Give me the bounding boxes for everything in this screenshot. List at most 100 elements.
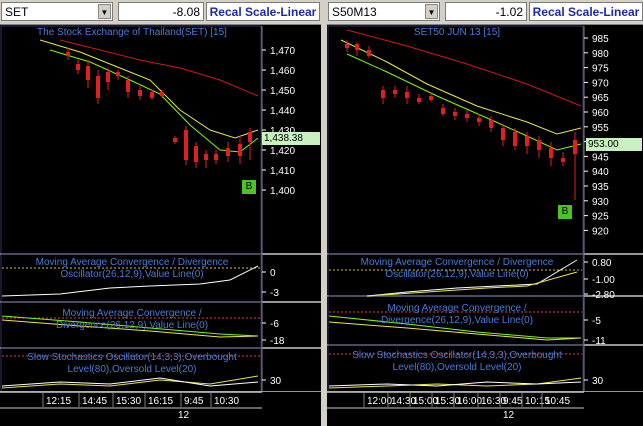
left-candle-body [214,154,218,160]
left-candle-body [86,66,90,80]
left-candle-body [204,154,208,160]
left-macd1-title-line1: Moving Average Convergence / Divergence [35,257,229,268]
left-candle-body [106,72,110,82]
left-last-price: 1,438.38 [262,132,320,145]
left-candle-body [226,148,230,156]
left-time-label: 9:45 [184,396,204,407]
right-price-tick-label: 945 [592,152,609,163]
right-candle-body [549,148,553,158]
left-candle-body [184,130,188,160]
right-time-label: 12:00 [367,396,392,407]
right-ma-yellow-line [340,39,582,135]
right-candle-body [381,90,385,98]
left-ind-tick-label: -3 [270,288,279,299]
right-candle-body [345,44,349,48]
right-macd1-title-line1: Moving Average Convergence / Divergence [360,257,554,268]
left-stoch-title-line1: Slow Stochastics Oscillator(14,3,3),Over… [27,352,237,363]
right-candle-body [355,44,359,50]
left-candle-body [126,80,130,92]
right-price-tick-label: 965 [592,93,609,104]
right-macd2-title-line2: Divergence(26,12,9),Value Line(0) [380,315,534,326]
right-candle-body [429,96,433,100]
left-time-label: 12:15 [46,396,71,407]
left-macd1-title: Moving Average Convergence / Divergence … [0,257,264,281]
right-price-tick-label: 940 [592,167,609,178]
right-macd2-title-line1: Moving Average Convergence / [387,303,527,314]
left-ind-tick-label: -18 [270,336,285,347]
left-chart-panel: SET ▼ -8.08 Recal Scale-Linear The Stock… [0,0,321,426]
left-time-label: 15:30 [116,396,141,407]
left-ind-tick-label: 30 [270,376,282,387]
left-time-label: 16:15 [148,396,173,407]
left-candle-body [238,144,242,156]
left-stoch-title-line2: Level(80),Oversold Level(20) [67,364,197,375]
right-ind-tick-label: -1.00 [592,275,615,286]
left-macd2-title-line1: Moving Average Convergence / [62,308,202,319]
right-price-tick-label: 935 [592,182,609,193]
right-indicator-line [328,381,582,387]
right-macd2-title: Moving Average Convergence / Divergence(… [327,303,587,327]
right-stoch-title: Slow Stochastics Oscillator(14,3,3),Over… [327,350,587,374]
right-candle-body [367,50,371,56]
right-time-label: 10:45 [545,396,570,407]
right-time-label: 16:00 [457,396,482,407]
left-price-tick-label: 1,440 [270,106,295,117]
left-candle-body [150,92,154,98]
right-ind-tick-label: -5 [592,316,601,327]
left-ma-green-line [49,49,259,153]
right-buy-signal-marker: B [558,205,572,219]
right-indicator-line [328,377,582,389]
left-time-label: 10:30 [214,396,239,407]
right-price-tick-label: 980 [592,49,609,60]
right-candle-body [525,136,529,146]
left-day-label: 12 [178,410,190,421]
right-ind-tick-label: 30 [592,376,604,387]
right-price-tick-label: 975 [592,64,609,75]
left-candle-body [76,64,80,70]
right-candle-body [465,114,469,118]
left-price-tick-label: 1,460 [270,66,295,77]
right-ind-tick-label: -11 [592,336,606,347]
left-price-tick-label: 1,410 [270,166,295,177]
right-price-tick-label: 960 [592,108,609,119]
right-candle-body [453,112,457,116]
left-candle-body [248,132,252,142]
left-price-tick-label: 1,450 [270,86,295,97]
left-price-tick-label: 1,400 [270,186,295,197]
left-ind-tick-label: -6 [270,319,279,330]
left-candle-body [173,138,177,142]
right-stoch-title-line1: Slow Stochastics Oscillator(14,3,3),Over… [352,350,562,361]
left-candle-body [138,90,142,96]
right-candle-body [441,108,445,114]
right-ma-green-line [346,53,582,151]
left-candle-body [160,92,164,96]
left-macd2-title: Moving Average Convergence / Divergence(… [0,308,264,332]
left-buy-signal-marker: B [242,180,256,194]
left-candle-body [194,146,198,162]
right-day-label: 12 [503,410,515,421]
left-candle-body [96,76,100,98]
left-price-tick-label: 1,470 [270,46,295,57]
left-macd1-title-line2: Oscillator(26,12,9),Value Line(0) [60,269,204,280]
left-price-tick-label: 1,420 [270,146,295,157]
left-candle-body [116,72,120,76]
right-stoch-title-line2: Level(80),Oversold Level(20) [392,362,522,373]
right-candle-body [573,140,577,154]
right-candle-body [489,120,493,128]
right-price-tick-label: 970 [592,78,609,89]
right-price-tick-label: 930 [592,197,609,208]
left-pane-border [0,25,262,255]
left-candle-body [66,52,70,56]
left-time-label: 14:45 [82,396,107,407]
right-price-tick-label: 955 [592,123,609,134]
left-macd2-title-line2: Divergence(26,12,9),Value Line(0) [55,320,209,331]
right-candle-body [537,140,541,150]
right-price-tick-label: 925 [592,212,609,223]
right-price-tick-label: 985 [592,34,609,45]
left-stoch-title: Slow Stochastics Oscillator(14,3,3),Over… [0,352,264,376]
right-candle-body [417,98,421,102]
right-candle-body [405,92,409,98]
right-chart-panel: S50M13 ▼ -1.02 Recal Scale-Linear SET50 … [327,0,643,426]
right-macd1-title: Moving Average Convergence / Divergence … [327,257,587,281]
right-candle-body [477,118,481,122]
